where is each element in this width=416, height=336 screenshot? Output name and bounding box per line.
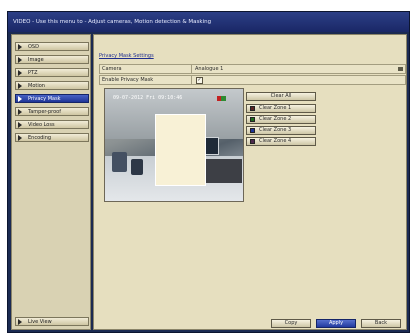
zone-2-color-swatch [250,117,255,122]
chevron-right-icon [18,96,22,102]
sidebar-item-label: Video Loss [28,122,55,128]
chevron-right-icon [18,135,22,141]
preview-chair [112,152,127,172]
sidebar-item-motion[interactable]: Motion [15,81,89,90]
sidebar-item-label: Image [28,57,44,63]
sidebar-item-label: Motion [28,83,45,89]
sidebar-item-label: OSD [28,44,39,50]
sidebar-item-label: PTZ [28,70,38,76]
sidebar-item-label: Encoding [28,135,52,141]
section-title: Privacy Mask Settings [99,53,154,59]
chevron-right-icon [18,319,22,325]
preview-chair [131,159,143,175]
clear-zone-2-label: Clear Zone 2 [259,116,292,122]
chevron-right-icon [18,44,22,50]
sidebar-item-osd[interactable]: OSD [15,42,89,51]
clear-zone-2-button[interactable]: Clear Zone 2 [246,115,316,124]
clear-all-button[interactable]: Clear All [246,92,316,101]
record-indicator-icon [217,96,226,101]
clear-zone-1-button[interactable]: Clear Zone 1 [246,104,316,113]
camera-preview[interactable]: 09-07-2012 Fri 09:10:46 [104,88,244,202]
enable-privacy-mask-checkbox[interactable]: ✓ [196,77,203,84]
chevron-right-icon [18,109,22,115]
chevron-right-icon [18,83,22,89]
copy-button[interactable]: Copy [271,319,311,328]
camera-label: Camera [100,65,192,73]
sidebar-item-label: Privacy Mask [28,96,61,102]
sidebar-item-ptz[interactable]: PTZ [15,68,89,77]
enable-privacy-mask-label: Enable Privacy Mask [100,76,192,84]
camera-row: Camera Analogue 1 [99,64,406,74]
zone-1-color-swatch [250,106,255,111]
privacy-mask-zone[interactable] [155,114,206,186]
main-panel: Privacy Mask Settings Camera Analogue 1 … [93,34,407,330]
sidebar-item-privacy-mask[interactable]: Privacy Mask [15,94,89,103]
osd-timestamp: 09-07-2012 Fri 09:10:46 [113,95,183,101]
zone-4-color-swatch [250,139,255,144]
back-button[interactable]: Back [361,319,401,328]
chevron-right-icon [18,122,22,128]
sidebar-item-encoding[interactable]: Encoding [15,133,89,142]
sidebar: OSD Image PTZ Motion Privacy Mask Tamper… [11,34,91,330]
clear-zone-3-label: Clear Zone 3 [259,127,292,133]
sidebar-item-video-loss[interactable]: Video Loss [15,120,89,129]
clear-zone-4-button[interactable]: Clear Zone 4 [246,137,316,146]
enable-privacy-mask-row: Enable Privacy Mask ✓ [99,75,406,85]
sidebar-item-tamper-proof[interactable]: Tamper-proof [15,107,89,116]
dropdown-arrow-icon[interactable] [398,67,403,71]
window-title: VIDEO - Use this menu to - Adjust camera… [8,12,409,32]
live-view-button[interactable]: Live View [15,317,89,326]
camera-select[interactable]: Analogue 1 [195,65,223,73]
chevron-right-icon [18,57,22,63]
live-view-label: Live View [28,319,52,325]
clear-zone-1-label: Clear Zone 1 [259,105,292,111]
sidebar-item-image[interactable]: Image [15,55,89,64]
apply-button[interactable]: Apply [316,319,356,328]
clear-zone-3-button[interactable]: Clear Zone 3 [246,126,316,135]
clear-zone-4-label: Clear Zone 4 [259,138,292,144]
zone-3-color-swatch [250,128,255,133]
settings-window: VIDEO - Use this menu to - Adjust camera… [7,11,410,333]
sidebar-item-label: Tamper-proof [28,109,61,115]
chevron-right-icon [18,70,22,76]
